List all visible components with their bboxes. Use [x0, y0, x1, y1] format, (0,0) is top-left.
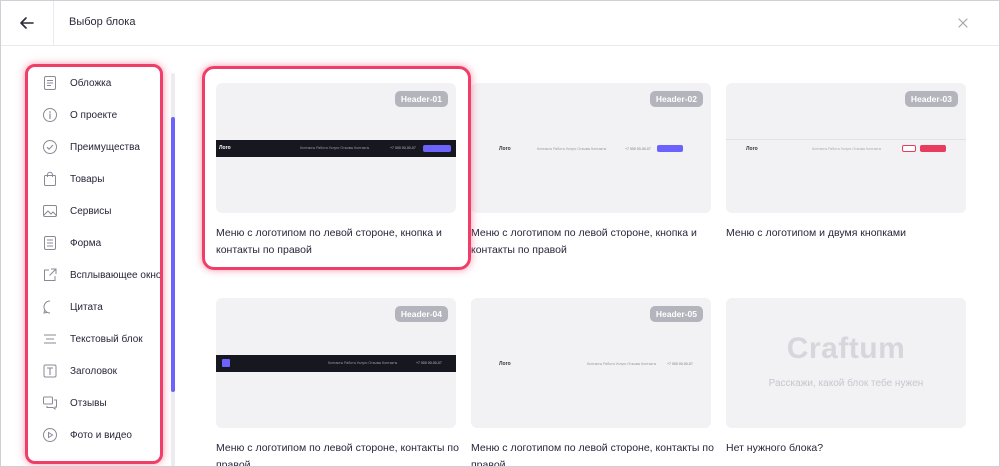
sidebar-item-label: Всплывающее окно	[70, 269, 162, 281]
image-icon	[42, 203, 58, 219]
reviews-icon	[42, 395, 58, 411]
preview-phone: +7 000 00-00-07	[667, 362, 693, 366]
preview-button-outline	[902, 145, 916, 152]
heading-icon	[42, 363, 58, 379]
block-preview: Контакты Работа Услуги Отзывы Контакты +…	[216, 298, 456, 428]
preview-phone: +7 000 00-00-07	[390, 146, 416, 150]
preview-header-bar: Контакты Работа Услуги Отзывы Контакты +…	[216, 355, 456, 372]
sidebar-item-photo-video[interactable]: Фото и видео	[28, 419, 160, 451]
block-description: Меню с логотипом по левой стороне, конта…	[471, 442, 714, 467]
preview-cta	[920, 145, 946, 152]
block-description: Меню с логотипом по левой стороне, конта…	[216, 442, 459, 467]
preview-nav: Контакты Работа Услуги Отзывы Контакты	[300, 146, 370, 150]
block-description: Меню с логотипом по левой стороне, кнопк…	[471, 227, 697, 256]
block-badge: Header-02	[649, 91, 703, 107]
sidebar-item-reviews[interactable]: Отзывы	[28, 387, 160, 419]
arrow-left-icon	[20, 17, 34, 29]
check-circle-icon	[42, 139, 58, 155]
preview-cta	[657, 145, 683, 152]
preview-logo: Лого	[499, 146, 511, 152]
block-preview: Лого Контакты Работа Услуги Отзывы Конта…	[726, 83, 966, 213]
block-badge: Header-05	[649, 306, 703, 322]
sidebar-item-advantages[interactable]: Преимущества	[28, 131, 160, 163]
preview-logo-mark	[222, 359, 230, 367]
sidebar-item-label: Заголовок	[70, 365, 118, 377]
preview-logo: Лого	[499, 361, 511, 367]
sidebar-item-heading[interactable]: Заголовок	[28, 355, 160, 387]
preview-logo: Лого	[219, 145, 231, 151]
craftum-preview: Craftum Расскажи, какой блок тебе нужен	[726, 298, 966, 428]
preview-logo: Лого	[746, 146, 758, 152]
cover-icon	[42, 75, 58, 91]
back-button[interactable]	[17, 13, 37, 33]
block-picker-window: Выбор блока Обложка О проекте Преимущест…	[0, 0, 1000, 467]
category-sidebar: Обложка О проекте Преимущества Товары Се…	[25, 64, 163, 464]
shopping-bag-icon	[42, 171, 58, 187]
preview-header-bar: Лого Контакты Работа Услуги Отзывы Конта…	[471, 140, 711, 157]
sidebar-item-form[interactable]: Форма	[28, 227, 160, 259]
block-badge: Header-04	[394, 306, 448, 322]
block-preview: Лого Контакты Работа Услуги Отзывы Конта…	[216, 83, 456, 213]
sidebar-item-label: Сервисы	[70, 205, 112, 217]
block-description: Нет нужного блока?	[726, 442, 824, 454]
sidebar-item-label: О проекте	[70, 109, 118, 121]
block-badge: Header-03	[904, 91, 958, 107]
preview-header-bar: Лого Контакты Работа Услуги Отзывы Конта…	[216, 140, 456, 157]
sidebar-item-label: Текстовый блок	[70, 333, 143, 345]
craftum-logo: Craftum	[786, 332, 906, 365]
preview-phone: +7 000 00-00-07	[416, 361, 442, 365]
play-icon	[42, 427, 58, 443]
close-icon	[958, 18, 968, 28]
sidebar-item-label: Товары	[70, 173, 105, 185]
preview-nav: Контакты Работа Услуги Отзывы Контакты	[587, 362, 657, 366]
scrollbar-thumb[interactable]	[171, 117, 175, 392]
preview-nav: Контакты Работа Услуги Отзывы Контакты	[328, 361, 398, 365]
sidebar-item-text-block[interactable]: Текстовый блок	[28, 323, 160, 355]
sidebar-item-label: Преимущества	[70, 141, 140, 153]
block-badge: Header-01	[394, 91, 448, 107]
block-description: Меню с логотипом по левой стороне, кнопк…	[216, 227, 442, 256]
form-icon	[42, 235, 58, 251]
block-preview: Лого Контакты Работа Услуги Отзывы Конта…	[471, 83, 711, 213]
sidebar-item-label: Отзывы	[70, 397, 107, 409]
divider	[53, 1, 54, 46]
sidebar-item-label: Форма	[70, 237, 102, 249]
sidebar-item-popup[interactable]: Всплывающее окно	[28, 259, 160, 291]
sidebar-item-quote[interactable]: Цитата	[28, 291, 160, 323]
top-bar: Выбор блока	[1, 1, 999, 46]
sidebar-item-about[interactable]: О проекте	[28, 99, 160, 131]
quote-bubble-icon	[42, 299, 58, 315]
sidebar-item-services[interactable]: Сервисы	[28, 195, 160, 227]
craftum-subtitle: Расскажи, какой блок тебе нужен	[768, 378, 924, 389]
sidebar-item-products[interactable]: Товары	[28, 163, 160, 195]
sidebar-item-cover[interactable]: Обложка	[28, 67, 160, 99]
sidebar-item-label: Обложка	[70, 77, 112, 89]
text-lines-icon	[42, 331, 58, 347]
preview-header-bar: Лого Контакты Работа Услуги Отзывы Конта…	[471, 355, 711, 372]
block-preview: Лого Контакты Работа Услуги Отзывы Конта…	[471, 298, 711, 428]
info-icon	[42, 107, 58, 123]
block-description: Меню с логотипом и двумя кнопками	[726, 227, 906, 239]
preview-cta	[423, 145, 451, 152]
preview-nav: Контакты Работа Услуги Отзывы Контакты	[812, 147, 882, 151]
preview-nav: Контакты Работа Услуги Отзывы Контакты	[537, 147, 607, 151]
preview-header-bar: Лого Контакты Работа Услуги Отзывы Конта…	[726, 140, 966, 157]
popup-icon	[42, 267, 58, 283]
sidebar-item-label: Цитата	[70, 301, 103, 313]
sidebar-item-label: Фото и видео	[70, 429, 132, 441]
page-title: Выбор блока	[69, 16, 136, 28]
preview-phone: +7 000 00-00-07	[625, 147, 651, 151]
close-button[interactable]	[956, 16, 970, 30]
